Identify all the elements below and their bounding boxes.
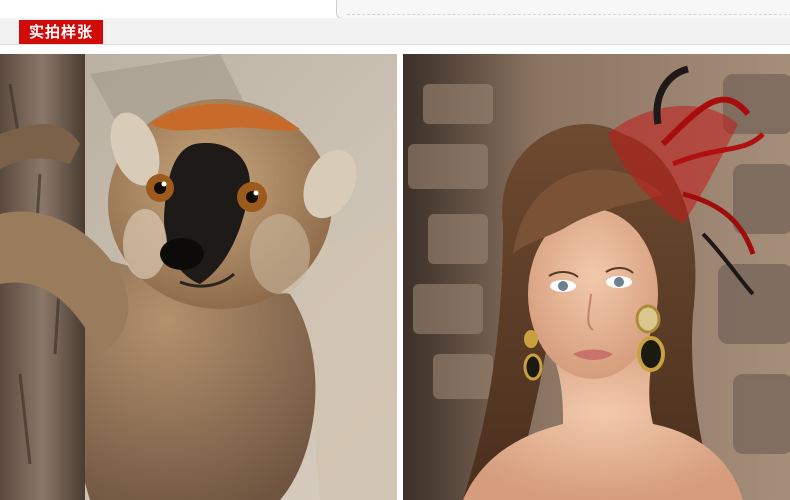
lemur-photo xyxy=(0,54,397,500)
woman-portrait-photo-icon xyxy=(403,54,790,500)
section-header-bar xyxy=(0,18,790,45)
woman-portrait-photo xyxy=(403,54,790,500)
top-strip xyxy=(0,0,790,19)
lemur-photo-icon xyxy=(0,54,397,500)
section-title: 实拍样张 xyxy=(19,20,104,44)
tab-outline xyxy=(336,0,790,19)
